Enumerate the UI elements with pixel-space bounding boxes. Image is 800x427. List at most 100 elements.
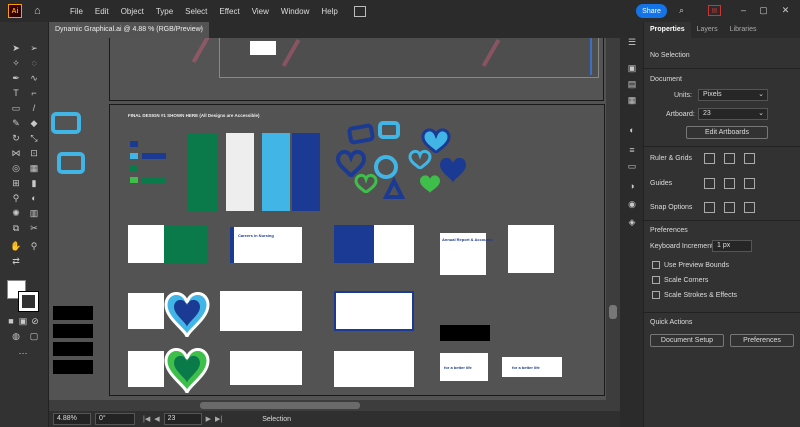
guides-lock-icon[interactable] <box>724 178 735 189</box>
swatch <box>130 141 138 147</box>
maximize-icon[interactable]: ▢ <box>758 5 769 16</box>
gradient-icon[interactable]: ▭ <box>626 160 638 172</box>
none-mode-icon[interactable]: ⊘ <box>28 315 42 327</box>
rotate-tool-icon[interactable]: ↻ <box>9 132 23 144</box>
snap-to-pixel-icon[interactable] <box>724 202 735 213</box>
slice-tool-icon[interactable]: ✂ <box>27 222 41 234</box>
transparency-icon[interactable]: ◑ <box>626 180 638 192</box>
type-tool-icon[interactable]: T <box>9 87 23 99</box>
ruler-icon[interactable] <box>704 153 715 164</box>
properties-icon[interactable]: ☰ <box>626 36 638 48</box>
menu-window[interactable]: Window <box>275 7 315 16</box>
keyboard-increment-input[interactable]: 1 px <box>712 240 752 252</box>
snap-to-glyph-icon[interactable] <box>744 202 755 213</box>
minimize-icon[interactable]: – <box>738 5 749 16</box>
blend-tool-icon[interactable]: ◐ <box>27 192 41 204</box>
pen-tool-icon[interactable]: ✒ <box>9 72 23 84</box>
vertical-scrollbar[interactable] <box>606 38 620 411</box>
more-tools-icon[interactable]: ⋯ <box>16 347 30 359</box>
design-card <box>334 225 374 263</box>
properties-panel: Properties Layers Libraries No Selection… <box>644 22 800 427</box>
logo-label: for a better life <box>444 365 472 370</box>
canvas[interactable]: FINAL DESIGN #1 SHOWN HERE (All Designs … <box>49 38 606 411</box>
layers-icon[interactable]: ▤ <box>626 78 638 90</box>
scale-strokes-checkbox[interactable] <box>652 291 660 299</box>
graphic-styles-icon[interactable]: ◈ <box>626 216 638 228</box>
last-artboard-icon[interactable]: ▶| <box>215 415 222 423</box>
search-icon[interactable]: ⌕ <box>676 5 687 16</box>
horizontal-scroll-thumb[interactable] <box>200 402 360 409</box>
artboard-number-field[interactable]: 23 <box>163 413 202 425</box>
selection-tool-icon[interactable]: ➤ <box>9 42 23 54</box>
zoom-field[interactable]: 4.88% <box>53 413 91 425</box>
symbol-sprayer-icon[interactable]: ✺ <box>9 207 23 219</box>
preferences-button[interactable]: Preferences <box>730 334 794 347</box>
snap-to-point-icon[interactable] <box>704 202 715 213</box>
touch-type-icon[interactable]: ⌐ <box>27 87 41 99</box>
first-artboard-icon[interactable]: |◀ <box>143 415 150 423</box>
gradient-tool-icon[interactable]: ▮ <box>27 177 41 189</box>
mesh-tool-icon[interactable]: ⊞ <box>9 177 23 189</box>
close-window-icon[interactable]: ✕ <box>780 5 791 16</box>
menu-type[interactable]: Type <box>150 7 179 16</box>
perspective-grid-icon[interactable]: ▦ <box>27 162 41 174</box>
eyedropper-icon[interactable]: ⚲ <box>9 192 23 204</box>
guides-show-icon[interactable] <box>704 178 715 189</box>
close-tab-icon[interactable]: × <box>199 22 203 38</box>
rectangle-tool-icon[interactable]: ▭ <box>9 102 23 114</box>
menu-object[interactable]: Object <box>115 7 150 16</box>
curvature-tool-icon[interactable]: ∿ <box>27 72 41 84</box>
graph-tool-icon[interactable]: ▥ <box>27 207 41 219</box>
free-transform-icon[interactable]: ⊡ <box>27 147 41 159</box>
use-preview-bounds-checkbox[interactable] <box>652 261 660 269</box>
width-tool-icon[interactable]: ⋈ <box>9 147 23 159</box>
scale-corners-checkbox[interactable] <box>652 276 660 284</box>
draw-mode-icon[interactable]: ◍ <box>9 330 23 342</box>
zoom-tool-icon[interactable]: ⚲ <box>27 240 41 252</box>
tab-properties[interactable]: Properties <box>644 22 691 38</box>
home-icon[interactable]: ⌂ <box>34 5 46 17</box>
menu-effect[interactable]: Effect <box>213 7 245 16</box>
swap-fill-stroke-icon[interactable]: ⇄ <box>9 255 23 267</box>
previous-artboard-icon[interactable]: ◀ <box>154 415 159 423</box>
menu-view[interactable]: View <box>246 7 275 16</box>
document-setup-button[interactable]: Document Setup <box>650 334 724 347</box>
rotation-field[interactable]: 0° <box>95 413 135 425</box>
artboards-icon[interactable]: ▦ <box>626 94 638 106</box>
stroke-color-swatch[interactable] <box>18 291 39 312</box>
tab-libraries[interactable]: Libraries <box>724 22 763 38</box>
share-button[interactable]: Share <box>636 4 667 18</box>
tab-layers[interactable]: Layers <box>691 22 724 38</box>
shape-builder-icon[interactable]: ◎ <box>9 162 23 174</box>
edit-artboards-button[interactable]: Edit Artboards <box>686 126 768 139</box>
appearance-icon[interactable]: ◉ <box>626 198 638 210</box>
artboard-tool-icon[interactable]: ⧉ <box>9 222 23 234</box>
hand-tool-icon[interactable]: ✋ <box>9 240 23 252</box>
line-tool-icon[interactable]: / <box>27 102 41 114</box>
menu-help[interactable]: Help <box>315 7 343 16</box>
menu-edit[interactable]: Edit <box>89 7 115 16</box>
direct-selection-tool-icon[interactable]: ➢ <box>27 42 41 54</box>
artboard-select[interactable]: 23 ⌄ <box>698 108 768 120</box>
magic-wand-icon[interactable]: ✧ <box>9 57 23 69</box>
design-card-photo <box>256 291 302 331</box>
paintbrush-icon[interactable]: ✎ <box>9 117 23 129</box>
menu-select[interactable]: Select <box>179 7 213 16</box>
libraries-icon[interactable]: ▣ <box>626 62 638 74</box>
screen-mode-icon[interactable]: ▢ <box>27 330 41 342</box>
lasso-icon[interactable]: ◌ <box>27 57 41 69</box>
eraser-icon[interactable]: ◆ <box>27 117 41 129</box>
grid-icon[interactable] <box>724 153 735 164</box>
document-tab[interactable]: Dynamic Graphical.ai @ 4.88 % (RGB/Previ… <box>49 22 209 38</box>
pixel-grid-icon[interactable] <box>744 153 755 164</box>
color-icon[interactable]: ◐ <box>626 124 638 136</box>
units-select[interactable]: Pixels ⌄ <box>698 89 768 101</box>
next-artboard-icon[interactable]: ▶ <box>206 415 211 423</box>
menu-file[interactable]: File <box>64 7 89 16</box>
smart-guides-icon[interactable] <box>744 178 755 189</box>
stock-icon[interactable]: ▤ <box>708 5 721 16</box>
arrange-documents-icon[interactable] <box>353 5 366 17</box>
vertical-scroll-thumb[interactable] <box>609 305 617 319</box>
stroke-icon[interactable]: ≡ <box>626 144 638 156</box>
scale-tool-icon[interactable]: ⤡ <box>27 132 41 144</box>
